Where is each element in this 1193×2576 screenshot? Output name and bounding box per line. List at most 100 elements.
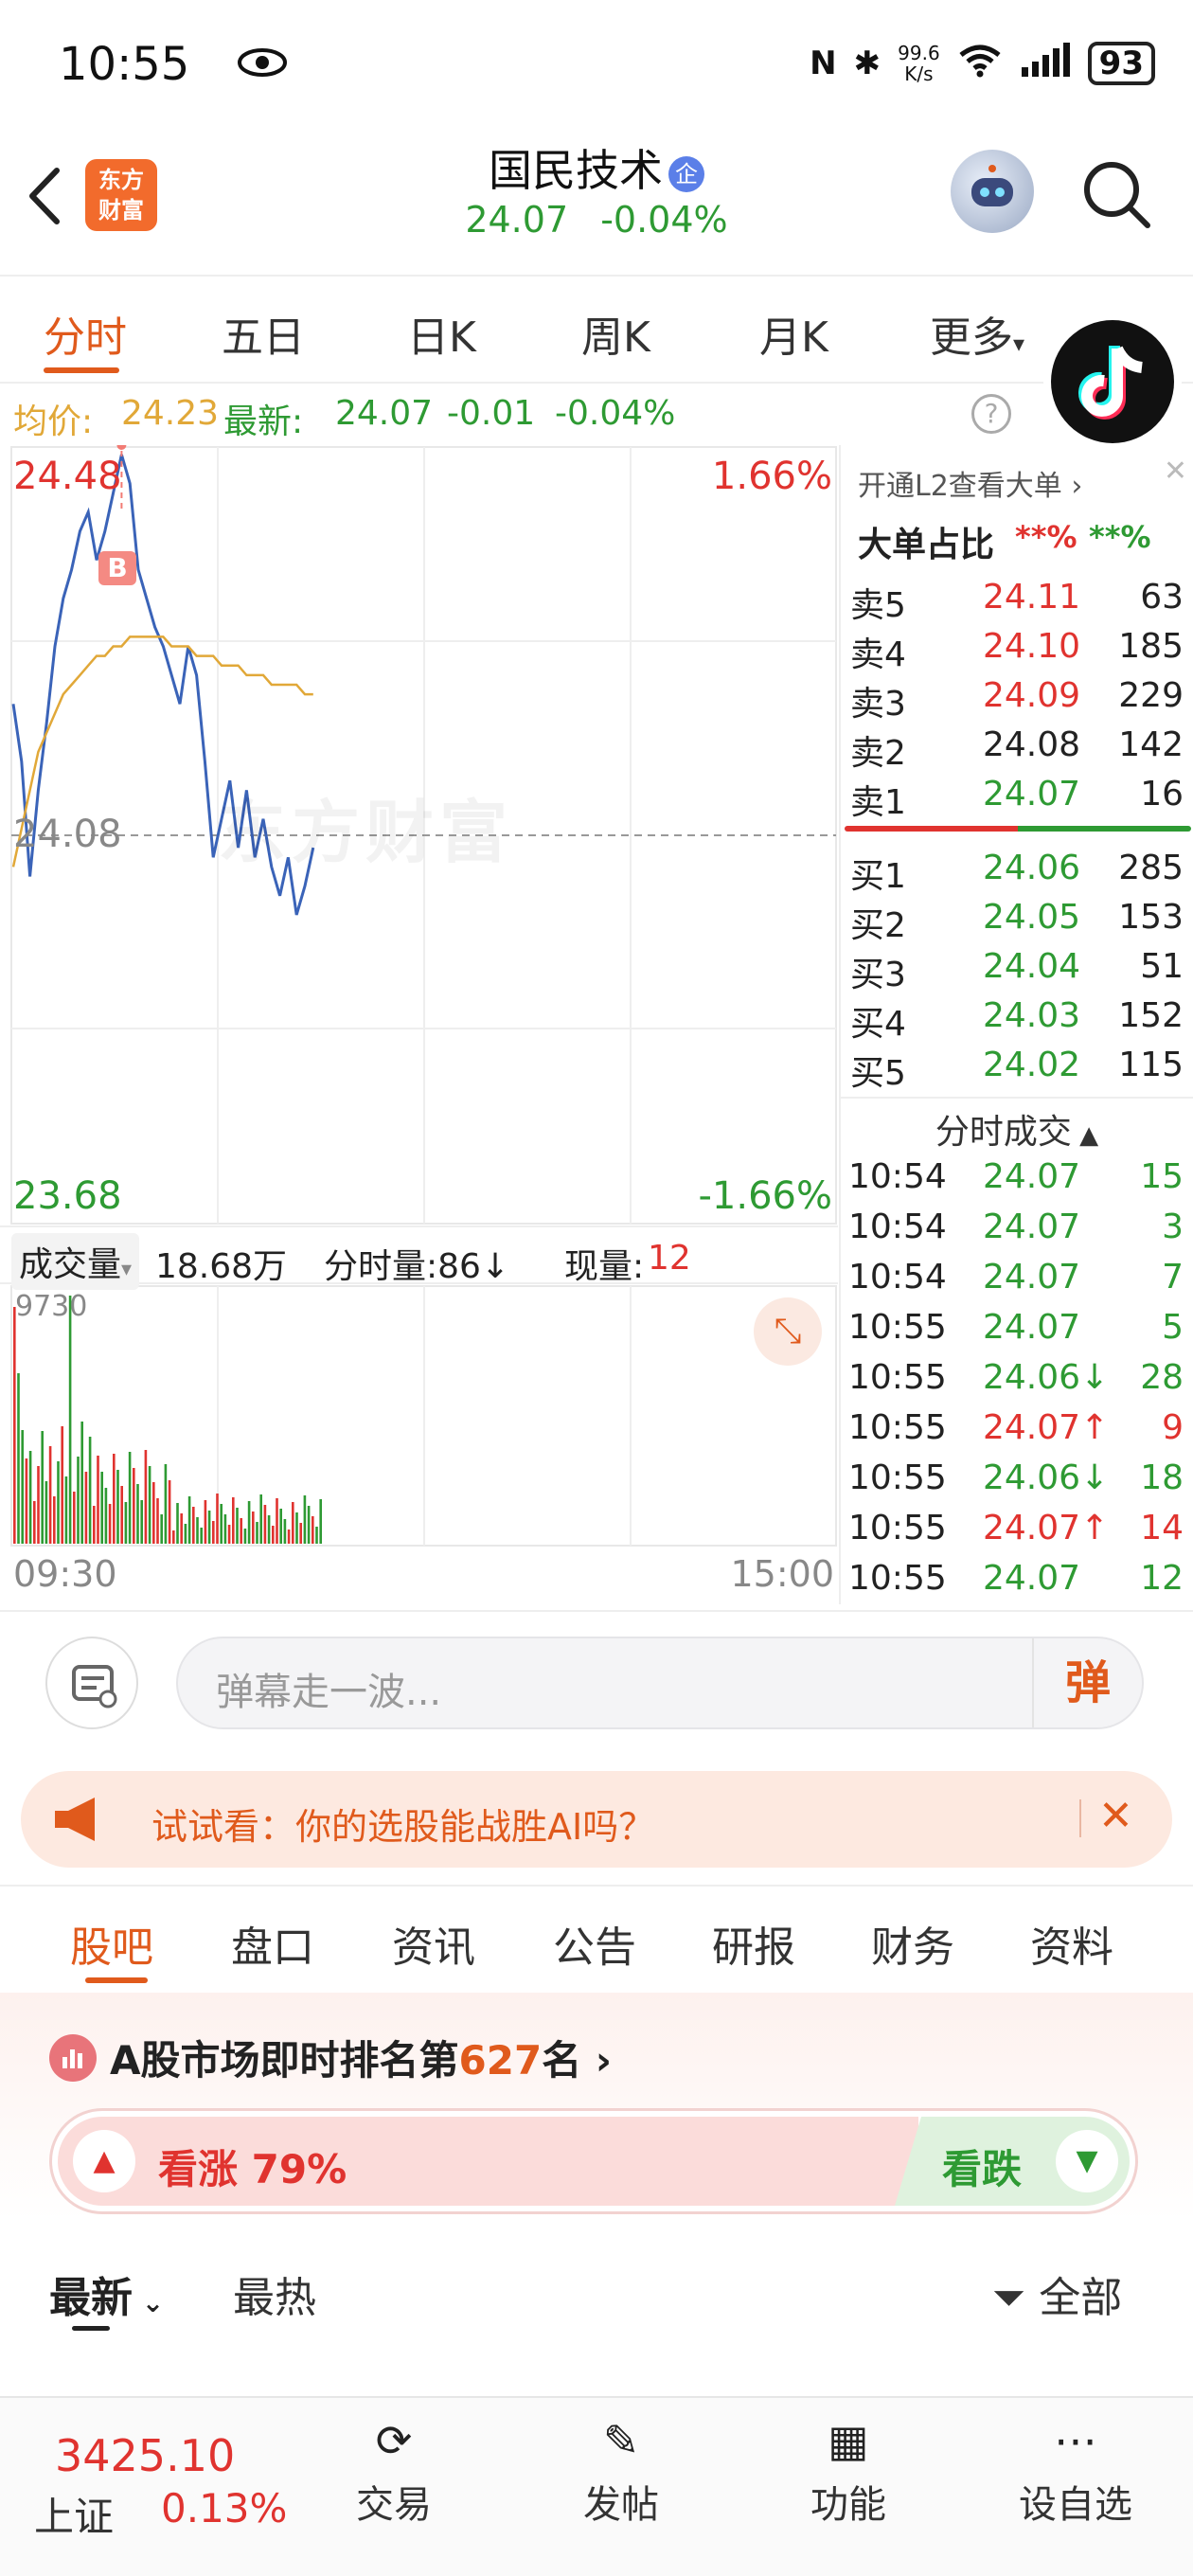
expand-icon[interactable]: ⤡	[754, 1297, 822, 1366]
feed-filter: 最新 ⌄ 最热 ⏷ 全部	[0, 2235, 1193, 2339]
volume-bar	[64, 1476, 68, 1544]
volume-bar	[120, 1486, 123, 1544]
stock-change-pct: -0.04%	[600, 199, 728, 241]
volume-bar	[88, 1437, 92, 1544]
index-pct[interactable]: 0.13%	[161, 2485, 287, 2531]
danmu-settings-icon[interactable]	[45, 1637, 138, 1729]
danmu-placeholder: 弹幕走一波...	[216, 1671, 442, 1714]
filter-latest[interactable]: 最新 ⌄	[49, 2263, 164, 2324]
volume-bar	[28, 1451, 32, 1544]
danmu-input[interactable]: 弹幕走一波... 弹	[176, 1637, 1144, 1729]
chart-prev-close: 24.08	[13, 813, 122, 856]
banner-divider	[1079, 1799, 1081, 1837]
nav-watchlist[interactable]: ⋯ 设自选	[990, 2415, 1161, 2529]
tab-daily-k[interactable]: 日K	[407, 303, 476, 364]
ai-promo-banner[interactable]: 试试看：你的选股能战胜AI吗？ ✕	[21, 1771, 1172, 1868]
volume-bar	[267, 1515, 271, 1544]
trade-row: 10:55 24.07 12	[841, 1553, 1193, 1602]
index-name[interactable]: 上证	[34, 2485, 114, 2543]
trade-row: 10:54 24.07 15	[841, 1152, 1193, 1201]
tab-news[interactable]: 资讯	[392, 1913, 475, 1974]
volume-bar	[45, 1481, 48, 1544]
trade-time: 10:55	[848, 1358, 947, 1397]
tab-weekly-k[interactable]: 周K	[581, 303, 650, 364]
nav-trade[interactable]: ⟳ 交易	[309, 2415, 479, 2529]
ai-robot-icon[interactable]	[951, 150, 1034, 233]
search-icon[interactable]	[1079, 157, 1155, 237]
danmu-send-button[interactable]: 弹	[1032, 1638, 1142, 1727]
nav-post[interactable]: ✎ 发帖	[536, 2415, 706, 2529]
eye-icon	[237, 45, 288, 83]
banner-close-icon[interactable]: ✕	[1098, 1792, 1133, 1840]
caret-down-icon: ▾	[1013, 331, 1025, 357]
volume-bar	[136, 1484, 139, 1544]
help-icon[interactable]: ?	[971, 394, 1011, 434]
trades-toggle[interactable]: 分时成交 ▲	[841, 1097, 1193, 1152]
signal-icon	[1020, 43, 1071, 84]
filter-hottest[interactable]: 最热	[233, 2263, 316, 2324]
edit-icon: ✎	[602, 2415, 640, 2466]
nav-functions[interactable]: ▦ 功能	[763, 2415, 934, 2529]
trade-row: 10:55 24.07↑ 14	[841, 1503, 1193, 1552]
chart-high-price: 24.48	[13, 455, 122, 498]
trade-price: 24.07	[983, 1208, 1081, 1246]
rank-number: 627	[458, 2037, 543, 2084]
buy-marker[interactable]: B	[98, 551, 136, 585]
volume-bar	[37, 1466, 40, 1544]
tab-profile[interactable]: 资料	[1030, 1913, 1113, 1974]
status-time: 10:55	[59, 38, 190, 91]
filter-all[interactable]: ⏷ 全部	[992, 2263, 1122, 2324]
volume-bar	[187, 1496, 191, 1544]
trade-time: 10:55	[848, 1559, 947, 1598]
volume-bar	[156, 1498, 159, 1544]
close-icon[interactable]: ✕	[1164, 455, 1187, 488]
bear-label: 看跌	[942, 2146, 1023, 2192]
ai-promo-text: 试试看：你的选股能战胜AI吗？	[151, 1806, 655, 1848]
high-point-dot	[116, 440, 127, 450]
avg-label: 均价:	[13, 402, 94, 441]
volume-bar	[292, 1502, 294, 1544]
wifi-icon	[957, 42, 1003, 85]
bear-down-icon[interactable]: ▼	[1056, 2130, 1118, 2192]
index-value[interactable]: 3425.10	[55, 2430, 235, 2481]
chart-high-pct: 1.66%	[711, 455, 832, 498]
trade-volume: 15	[1140, 1157, 1184, 1196]
chart-low-price: 23.68	[13, 1174, 122, 1218]
tab-intraday[interactable]: 分时	[44, 303, 127, 364]
volume-bar	[236, 1508, 239, 1544]
change-pct: -0.04%	[555, 394, 676, 433]
tab-more[interactable]: 更多▾	[930, 303, 1024, 364]
time-start: 09:30	[13, 1553, 117, 1595]
stock-name: 国民技术	[489, 145, 663, 196]
tab-research[interactable]: 研报	[712, 1913, 795, 1974]
volume-bar	[204, 1500, 207, 1544]
tab-pankou[interactable]: 盘口	[231, 1913, 314, 1974]
rank-link[interactable]: A股市场即时排名第627名 ›	[110, 2029, 612, 2086]
l2-promo-link[interactable]: 开通L2查看大单 ›	[858, 462, 1082, 504]
tab-monthly-k[interactable]: 月K	[759, 303, 828, 364]
tiktok-float-icon[interactable]	[1051, 320, 1174, 443]
tab-finance[interactable]: 财务	[871, 1913, 954, 1974]
volume-bar	[220, 1504, 223, 1544]
volume-max-label: 9730	[15, 1290, 88, 1323]
tab-announcements[interactable]: 公告	[553, 1913, 636, 1974]
volume-bar	[252, 1512, 255, 1544]
trade-time: 10:55	[848, 1509, 947, 1547]
chart-low-pct: -1.66%	[698, 1174, 832, 1218]
big-order-buy: **%	[1015, 519, 1077, 555]
tab-five-day[interactable]: 五日	[222, 303, 305, 364]
volume-bar	[276, 1498, 278, 1544]
caret-up-icon: ▲	[1071, 1121, 1099, 1150]
volume-bar	[48, 1446, 52, 1544]
volume-bar	[80, 1422, 83, 1544]
volume-type-selector[interactable]: 成交量▾	[11, 1233, 140, 1290]
danmu-bar: 弹幕走一波... 弹	[0, 1610, 1193, 1752]
volume-bar	[13, 1307, 16, 1544]
bull-up-icon[interactable]: ▲	[73, 2130, 135, 2192]
chevron-down-icon: ⌄	[133, 2287, 165, 2318]
volume-bar	[25, 1458, 28, 1544]
tab-guba[interactable]: 股吧	[70, 1913, 153, 1974]
volume-bar	[287, 1530, 291, 1544]
volume-bar	[243, 1529, 247, 1544]
filter-underline	[72, 2326, 110, 2331]
